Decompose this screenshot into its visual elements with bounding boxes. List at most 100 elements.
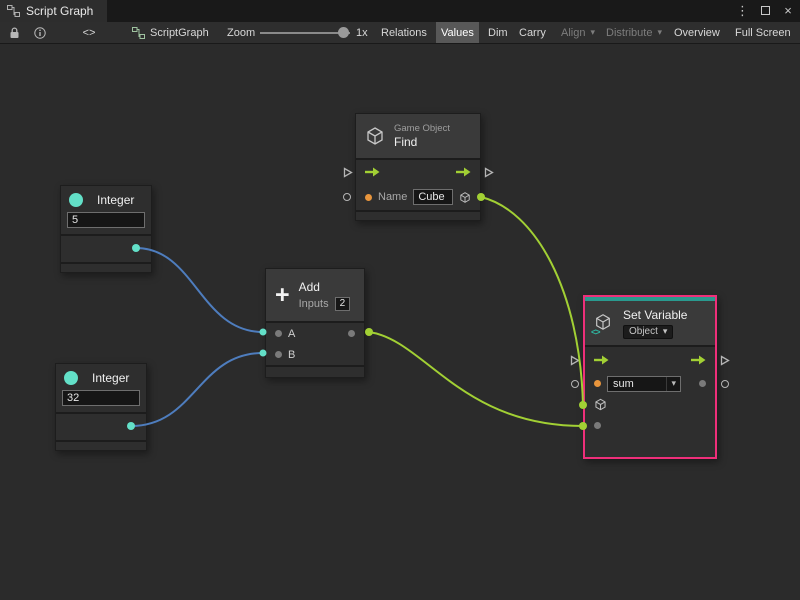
connection-integer5-to-add-a[interactable] bbox=[136, 248, 263, 332]
inputs-label: Inputs bbox=[299, 298, 329, 310]
tab-title: Script Graph bbox=[26, 4, 93, 18]
info-button[interactable] bbox=[30, 22, 50, 43]
flow-out-arrow-icon[interactable] bbox=[691, 355, 706, 365]
node-title: Set Variable bbox=[623, 308, 687, 322]
flow-out-triangle-port[interactable] bbox=[484, 167, 494, 178]
carry-button[interactable]: Carry bbox=[514, 22, 551, 43]
connection-find-to-setvariable-object[interactable] bbox=[481, 197, 583, 405]
close-icon[interactable]: × bbox=[782, 0, 794, 22]
info-icon bbox=[34, 27, 46, 39]
chevron-down-icon: ▾ bbox=[663, 326, 668, 337]
inputs-count-field[interactable]: 2 bbox=[335, 297, 351, 311]
connection-add-to-setvariable-value[interactable] bbox=[369, 332, 583, 426]
distribute-label: Distribute bbox=[606, 27, 652, 39]
graph-name-label: ScriptGraph bbox=[150, 27, 209, 39]
window-controls: ⋮ × bbox=[736, 0, 794, 22]
zoom-slider-handle[interactable] bbox=[338, 27, 349, 38]
node-set-variable[interactable]: <> Set Variable Object ▾ sum ▾ bbox=[583, 295, 717, 459]
code-icon: <> bbox=[83, 27, 96, 39]
chevron-down-icon: ▾ bbox=[657, 27, 662, 38]
chevron-down-icon: ▾ bbox=[590, 27, 595, 38]
port-b-label: B bbox=[288, 349, 295, 361]
variable-scope-dropdown[interactable]: Object ▾ bbox=[623, 325, 673, 339]
flow-port-row bbox=[356, 160, 480, 184]
node-integer-5[interactable]: Integer 5 bbox=[60, 185, 152, 273]
port-row-b: B bbox=[266, 344, 364, 365]
tab-script-graph[interactable]: Script Graph bbox=[0, 0, 107, 22]
distribute-button[interactable]: Distribute ▾ bbox=[601, 22, 667, 43]
node-footer bbox=[585, 436, 715, 457]
flow-in-arrow-icon[interactable] bbox=[594, 355, 609, 365]
flow-port-row bbox=[585, 347, 715, 373]
input-port-b[interactable] bbox=[275, 351, 282, 358]
name-value-field[interactable]: Cube bbox=[413, 189, 453, 205]
input-port-a[interactable] bbox=[275, 330, 282, 337]
variable-name-input-port[interactable] bbox=[594, 380, 601, 387]
maximize-icon[interactable] bbox=[759, 0, 771, 22]
flow-out-arrow-icon[interactable] bbox=[456, 167, 471, 177]
port-row-a: A bbox=[266, 323, 364, 344]
scope-label: Object bbox=[629, 326, 658, 337]
node-title: Integer bbox=[97, 193, 134, 207]
plus-icon: + bbox=[275, 283, 290, 308]
relations-button[interactable]: Relations bbox=[376, 22, 432, 43]
variable-name-row: sum ▾ bbox=[585, 373, 715, 394]
value-output-port[interactable] bbox=[699, 380, 706, 387]
node-footer bbox=[56, 442, 146, 450]
dim-button[interactable]: Dim bbox=[483, 22, 513, 43]
value-input-row bbox=[585, 415, 715, 436]
port-a-label: A bbox=[288, 328, 295, 340]
zoom-label: Zoom bbox=[227, 22, 255, 43]
node-game-object-find[interactable]: Game Object Find Name Cube bbox=[355, 113, 481, 221]
name-label: Name bbox=[378, 191, 407, 203]
flow-in-triangle-port[interactable] bbox=[343, 167, 353, 178]
zoom-value: 1x bbox=[356, 22, 368, 43]
node-category: Game Object bbox=[394, 123, 450, 134]
variable-name: sum bbox=[613, 378, 634, 390]
left-circle-port[interactable] bbox=[571, 380, 579, 388]
node-footer bbox=[61, 264, 151, 272]
lock-icon bbox=[9, 27, 20, 39]
full-screen-button[interactable]: Full Screen bbox=[730, 22, 796, 43]
node-integer-32[interactable]: Integer 32 bbox=[55, 363, 147, 451]
node-footer bbox=[356, 212, 480, 220]
lock-button[interactable] bbox=[4, 22, 24, 43]
zoom-slider-track[interactable] bbox=[260, 32, 350, 34]
graph-name: ScriptGraph bbox=[132, 22, 209, 43]
add-output-dot[interactable] bbox=[365, 328, 373, 336]
edit-code-button[interactable]: <> bbox=[76, 22, 102, 43]
integer-value-field[interactable]: 32 bbox=[62, 390, 140, 406]
script-graph-window: Script Graph ⋮ × <> bbox=[0, 0, 800, 600]
align-button[interactable]: Align ▾ bbox=[556, 22, 600, 43]
values-button[interactable]: Values bbox=[436, 22, 479, 43]
sum-output-port[interactable] bbox=[348, 330, 355, 337]
value-input-port[interactable] bbox=[594, 422, 601, 429]
overview-button[interactable]: Overview bbox=[669, 22, 725, 43]
flow-in-triangle-port[interactable] bbox=[570, 355, 580, 366]
title-bar: Script Graph ⋮ × bbox=[0, 0, 800, 22]
graph-icon bbox=[7, 5, 20, 17]
overflow-menu-icon[interactable]: ⋮ bbox=[736, 0, 748, 22]
integer-type-icon bbox=[69, 193, 83, 207]
name-port-row: Name Cube bbox=[356, 184, 480, 210]
name-input-port[interactable] bbox=[365, 194, 372, 201]
node-footer bbox=[266, 367, 364, 377]
object-input-row bbox=[585, 394, 715, 415]
output-port-row[interactable] bbox=[61, 236, 151, 262]
right-circle-port[interactable] bbox=[721, 380, 729, 388]
integer-value-field[interactable]: 5 bbox=[67, 212, 145, 228]
connection-integer32-to-add-b[interactable] bbox=[131, 353, 263, 426]
flow-out-triangle-port[interactable] bbox=[720, 355, 730, 366]
variable-name-dropdown[interactable]: sum ▾ bbox=[607, 376, 681, 392]
chevron-down-icon: ▾ bbox=[666, 377, 680, 391]
object-input-port[interactable] bbox=[594, 398, 607, 411]
name-circle-port[interactable] bbox=[343, 193, 351, 201]
node-title: Integer bbox=[92, 371, 129, 385]
node-add[interactable]: + Add Inputs 2 A B bbox=[265, 268, 365, 378]
game-object-output-port[interactable] bbox=[459, 191, 471, 204]
output-port-row[interactable] bbox=[56, 414, 146, 440]
script-graph-icon bbox=[132, 27, 145, 39]
flow-in-arrow-icon[interactable] bbox=[365, 167, 380, 177]
align-label: Align bbox=[561, 27, 585, 39]
variable-code-glyph: <> bbox=[591, 327, 600, 337]
